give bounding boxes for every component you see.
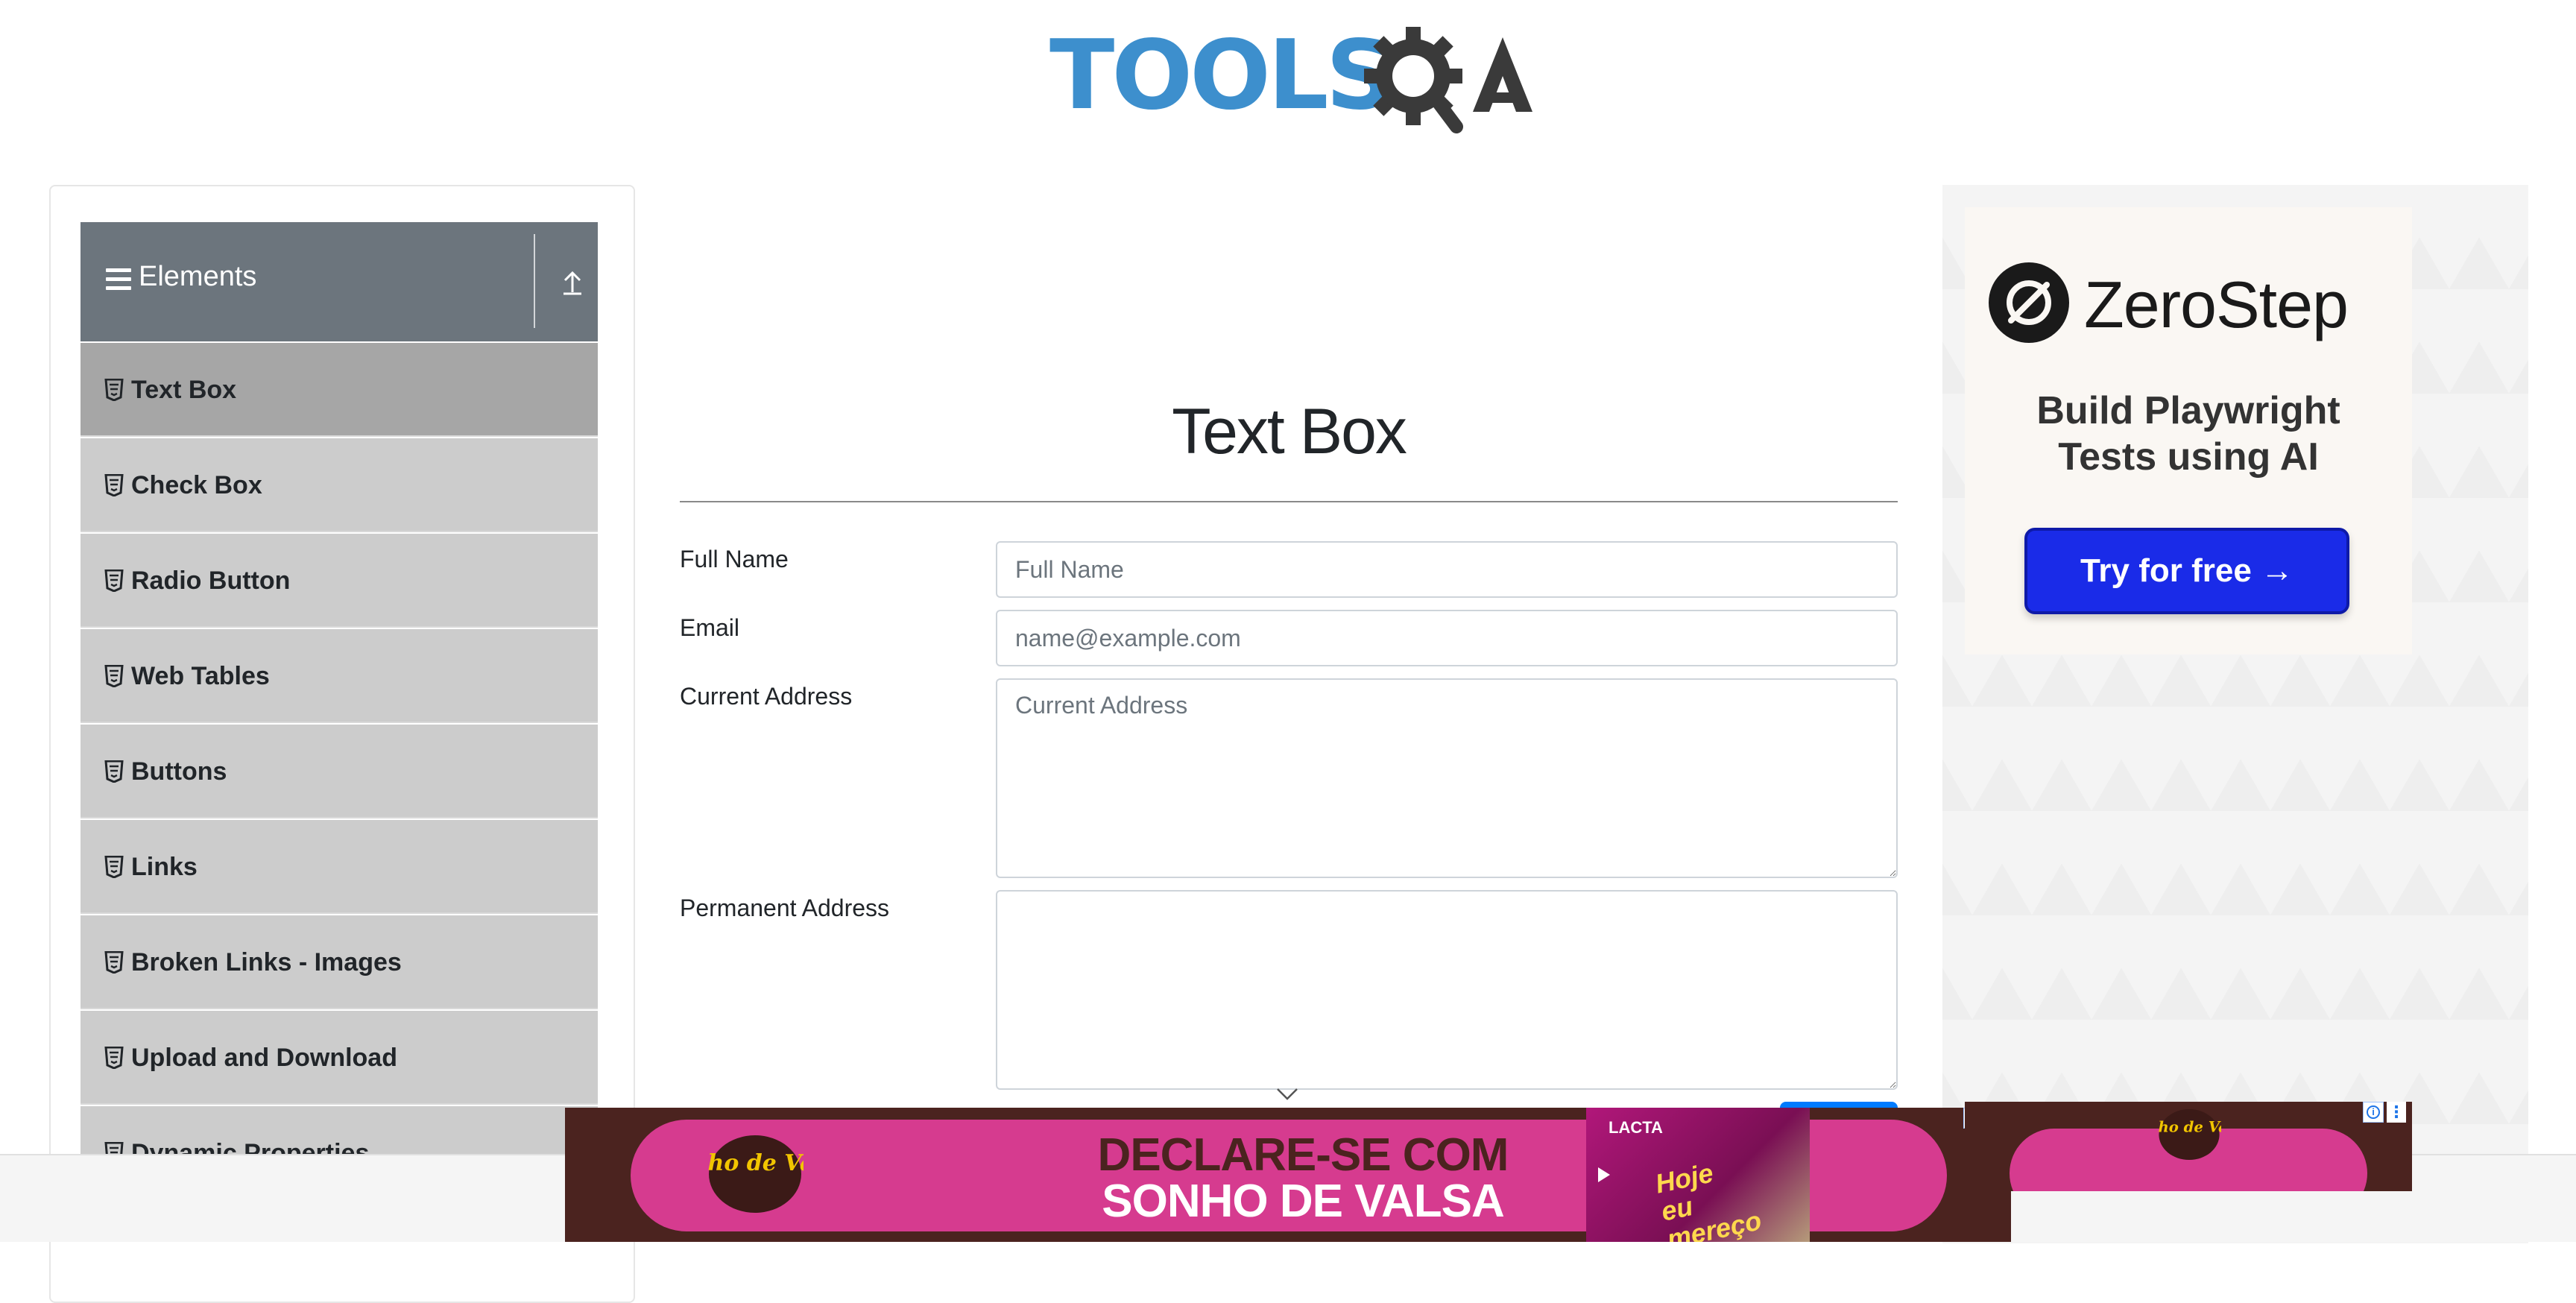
sidebar-item-label: Check Box [131, 471, 262, 499]
sidebar-item-broken-links-images[interactable]: Broken Links - Images [80, 915, 598, 1009]
current-address-textarea[interactable] [996, 678, 1898, 878]
ad-headline-line-1: DECLARE-SE COM [1097, 1129, 1509, 1181]
sidebar-item-check-box[interactable]: Check Box [80, 438, 598, 532]
sidebar-item-web-tables[interactable]: Web Tables [80, 629, 598, 723]
page-title: Text Box [1172, 396, 1407, 467]
email-input[interactable] [996, 610, 1898, 666]
elements-group-header[interactable]: Elements [80, 222, 598, 341]
permanent-address-label: Permanent Address [680, 895, 890, 921]
current-address-label: Current Address [680, 683, 853, 710]
sidebar-item-buttons[interactable]: Buttons [80, 725, 598, 818]
ad-info-icon[interactable]: i [2363, 1102, 2384, 1123]
sidebar-item-label: Radio Button [131, 567, 291, 595]
html5-shield-icon [104, 1047, 124, 1069]
zerostep-brand: ZeroStep [2084, 268, 2349, 341]
html5-shield-icon [104, 856, 124, 878]
play-icon[interactable] [1598, 1167, 1610, 1182]
sidebar-item-label: Web Tables [131, 662, 270, 690]
collapse-arrow-icon[interactable] [558, 267, 587, 297]
sonho-de-valsa-logo: Sonho de Valsa [707, 1135, 804, 1213]
ad-headline-line-2: SONHO DE VALSA [1102, 1176, 1504, 1227]
html5-shield-icon [104, 665, 124, 687]
site-header: TOOLS [0, 0, 2576, 149]
sonho-de-valsa-logo: Sonho de Valsa [2157, 1108, 2221, 1161]
sidebar-item-label: Upload and Download [131, 1044, 397, 1072]
zerostep-logo-icon [1989, 262, 2069, 343]
permanent-address-textarea[interactable] [996, 890, 1898, 1090]
sidebar-item-links[interactable]: Links [80, 820, 598, 914]
bottom-banner-ad[interactable]: Sonho de Valsa DECLARE-SE COM SONHO DE V… [565, 1108, 2011, 1242]
html5-shield-icon [104, 951, 124, 974]
logo-tools-text: TOOLS [1049, 20, 1395, 131]
ad-product-brand: LACTA [1609, 1118, 1663, 1137]
tagline-line-2: Tests using AI [2058, 435, 2319, 479]
group-title: Elements [139, 261, 257, 292]
sidebar-accordion: Elements Text Box Check Box Radio Button… [80, 222, 598, 1200]
sidebar-item-text-box[interactable]: Text Box [80, 343, 598, 437]
gear-magnifier-icon [1364, 27, 1532, 133]
side-banner-ad[interactable]: Sonho de Valsa [1965, 1102, 2412, 1191]
hamburger-icon [106, 268, 131, 291]
sidebar-item-label: Broken Links - Images [131, 948, 402, 977]
full-name-input[interactable] [996, 541, 1898, 598]
html5-shield-icon [104, 474, 124, 496]
zerostep-tagline: Build Playwright Tests using AI [1965, 388, 2412, 480]
email-label: Email [680, 614, 740, 641]
svg-text:Sonho de Valsa: Sonho de Valsa [2157, 1119, 2221, 1136]
tagline-line-1: Build Playwright [2036, 389, 2340, 432]
sidebar-item-label: Links [131, 853, 198, 881]
toolsqa-logo[interactable]: TOOLS [1049, 22, 1532, 136]
try-for-free-button[interactable]: Try for free → [2024, 528, 2349, 614]
html5-shield-icon [104, 379, 124, 401]
sidebar-item-radio-button[interactable]: Radio Button [80, 534, 598, 628]
ad-more-icon[interactable]: ⋮ [2387, 1102, 2406, 1123]
svg-text:Sonho de Valsa: Sonho de Valsa [707, 1150, 804, 1176]
html5-shield-icon [104, 760, 124, 783]
title-divider [680, 501, 1898, 502]
sidebar-item-label: Buttons [131, 757, 227, 786]
html5-shield-icon [104, 570, 124, 592]
full-name-label: Full Name [680, 546, 789, 572]
header-divider [534, 234, 535, 328]
sidebar-item-upload-and-download[interactable]: Upload and Download [80, 1011, 598, 1105]
sidebar-item-label: Text Box [131, 376, 237, 404]
chevron-down-icon[interactable] [1276, 1087, 1298, 1102]
